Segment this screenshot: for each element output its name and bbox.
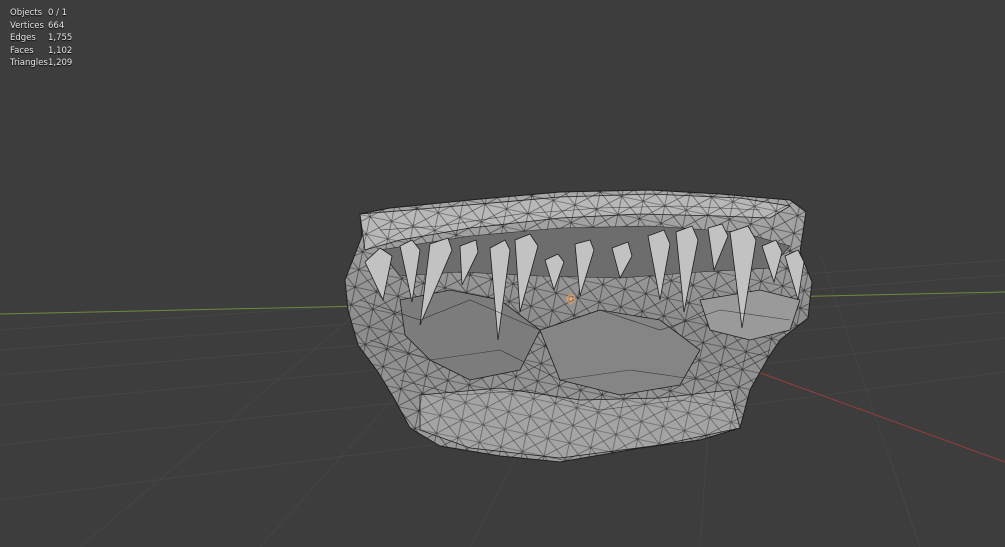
stat-value: 664 (48, 20, 65, 31)
stat-value: 0 / 1 (48, 8, 68, 18)
stat-faces: Faces 1,102 (10, 45, 72, 58)
3d-viewport[interactable]: Objects 0 / 1 Vertices 664 Edges 1,755 F… (0, 0, 1005, 547)
stat-label: Vertices (10, 20, 44, 31)
stat-label: Edges (10, 33, 36, 44)
jaw-mesh[interactable] (344, 189, 813, 463)
stat-value: 1,102 (48, 45, 73, 56)
stat-value: 1,209 (48, 58, 73, 69)
stat-edges: Edges 1,755 (10, 32, 72, 45)
stat-label: Faces (10, 45, 34, 56)
stat-objects: Objects 0 / 1 (10, 7, 72, 20)
stat-label: Objects (10, 8, 43, 18)
stat-triangles: Triangles 1,209 (10, 57, 72, 70)
viewport-scene[interactable] (0, 0, 1005, 547)
stat-value: 1,755 (48, 33, 73, 44)
stat-label: Triangles (10, 58, 48, 69)
stat-vertices: Vertices 664 (10, 20, 72, 33)
scene-statistics-overlay: Objects 0 / 1 Vertices 664 Edges 1,755 F… (10, 7, 72, 70)
